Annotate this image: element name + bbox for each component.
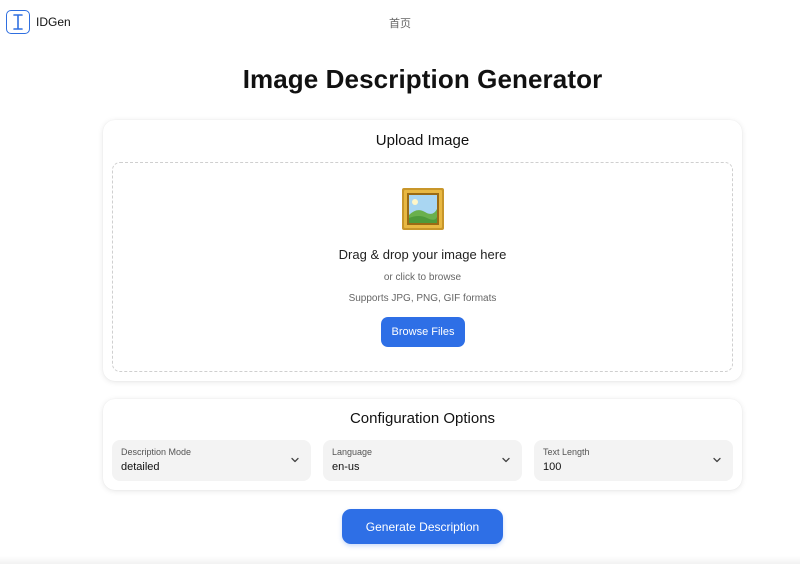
language-value: en-us <box>332 461 360 473</box>
text-length-select[interactable]: Text Length 100 <box>534 440 733 481</box>
configuration-card-title: Configuration Options <box>349 410 496 427</box>
dropzone-formats: Supports JPG, PNG, GIF formats <box>348 293 497 304</box>
description-mode-label: Description Mode <box>121 447 192 457</box>
brand-logo-icon <box>6 10 30 34</box>
framed-picture-icon <box>402 188 444 230</box>
top-navigation: IDGen 首页 <box>0 0 800 44</box>
upload-card: Upload Image Drag & drop your image here… <box>103 120 742 381</box>
brand-link[interactable]: IDGen <box>6 10 71 34</box>
image-dropzone[interactable]: Drag & drop your image here or click to … <box>112 162 733 372</box>
language-select[interactable]: Language en-us <box>323 440 522 481</box>
generate-description-button[interactable]: Generate Description <box>342 509 503 544</box>
dropzone-browse-hint: or click to browse <box>383 272 462 283</box>
chevron-down-icon <box>291 457 299 463</box>
nav-home-link[interactable]: 首页 <box>389 18 411 30</box>
language-label: Language <box>332 447 373 457</box>
description-mode-value: detailed <box>121 461 160 473</box>
chevron-down-icon <box>713 457 721 463</box>
description-mode-select[interactable]: Description Mode detailed <box>112 440 311 481</box>
text-length-label: Text Length <box>543 447 590 457</box>
browse-files-button[interactable]: Browse Files <box>381 317 465 347</box>
brand-name: IDGen <box>36 15 71 29</box>
chevron-down-icon <box>502 457 510 463</box>
bottom-edge-shade <box>0 556 800 564</box>
dropzone-instruction: Drag & drop your image here <box>338 247 507 262</box>
page-title: Image Description Generator <box>242 64 603 94</box>
text-length-value: 100 <box>543 461 562 473</box>
configuration-card: Configuration Options Description Mode d… <box>103 399 742 490</box>
upload-card-title: Upload Image <box>375 132 470 149</box>
